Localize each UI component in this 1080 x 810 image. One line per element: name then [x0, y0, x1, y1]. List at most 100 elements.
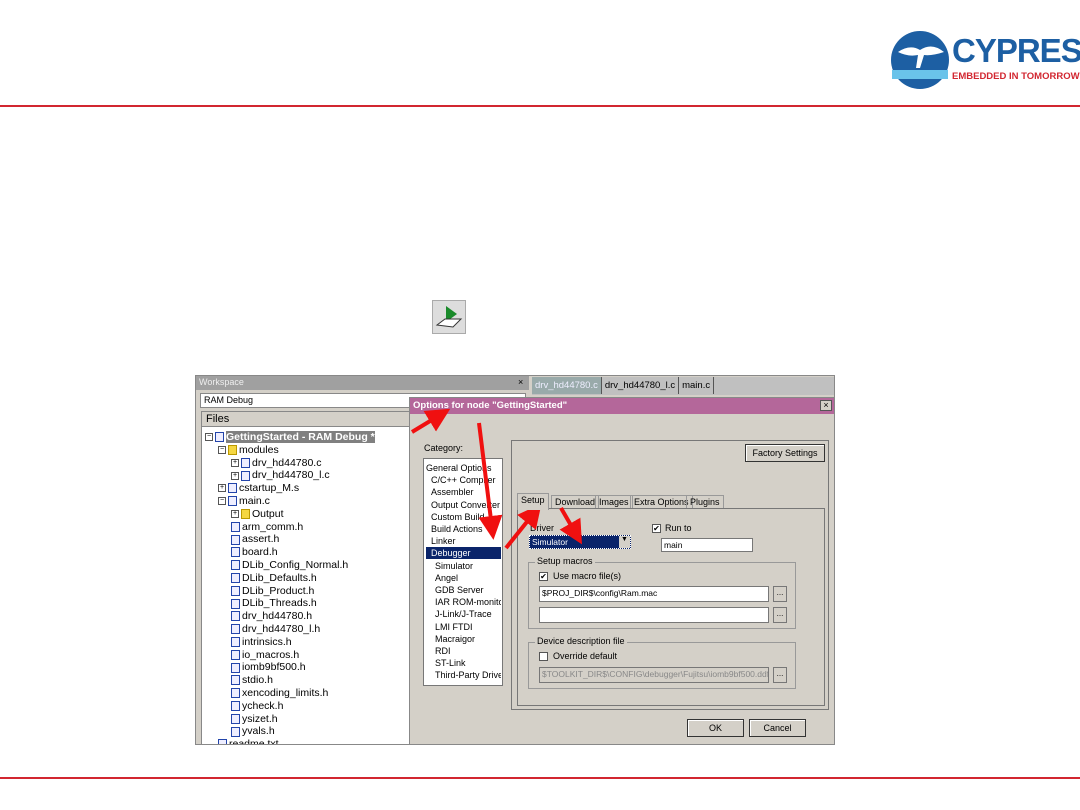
tree-item[interactable]: DLib_Product.h [231, 585, 314, 598]
category-item[interactable]: LMI FTDI [426, 621, 501, 633]
collapse-icon[interactable]: − [218, 446, 226, 455]
h-file-icon [231, 521, 240, 532]
tree-item[interactable]: drv_hd44780_l.h [231, 623, 320, 636]
h-file-icon [231, 573, 240, 584]
asm-file-icon [228, 483, 237, 494]
editor-tab[interactable]: drv_hd44780.c [532, 377, 602, 394]
options-panel: Factory Settings Setup Download Images E… [511, 440, 829, 710]
tree-item[interactable]: DLib_Defaults.h [231, 572, 317, 585]
use-macro-checkbox[interactable]: ✔ [539, 572, 548, 581]
tree-item[interactable]: yvals.h [231, 725, 275, 738]
h-file-icon [231, 701, 240, 712]
tree-item-label: modules [239, 443, 279, 456]
collapse-icon[interactable]: − [218, 497, 226, 506]
workspace-close-button[interactable]: × [518, 377, 523, 387]
tree-item[interactable]: + drv_hd44780_l.c [231, 469, 330, 482]
category-item[interactable]: General Options [426, 462, 501, 474]
run-to-input[interactable]: main [661, 538, 753, 552]
category-item[interactable]: IAR ROM-monitor [426, 596, 501, 608]
debug-download-icon[interactable] [432, 300, 466, 334]
editor-tab[interactable]: drv_hd44780_l.c [602, 377, 680, 394]
tree-item-label: intrinsics.h [242, 635, 292, 648]
tab-plugins[interactable]: Plugins [686, 495, 724, 509]
tree-item[interactable]: − GettingStarted - RAM Debug * [205, 431, 375, 444]
driver-select[interactable]: Simulator ▼ [529, 535, 631, 549]
cancel-button[interactable]: Cancel [749, 719, 806, 737]
tree-item[interactable]: drv_hd44780.h [231, 610, 312, 623]
browse-button[interactable]: ... [773, 586, 787, 602]
category-item[interactable]: Output Converter [426, 499, 501, 511]
category-item[interactable]: C/C++ Compiler [426, 474, 501, 486]
tree-item[interactable]: board.h [231, 546, 278, 559]
tree-item-label: iomb9bf500.h [242, 661, 306, 674]
tab-extra-options[interactable]: Extra Options [630, 495, 693, 509]
tree-item[interactable]: + Output [231, 508, 284, 521]
tree-item-label: DLib_Product.h [242, 584, 315, 597]
editor-tab[interactable]: main.c [679, 377, 715, 394]
category-item[interactable]: Angel [426, 572, 501, 584]
tree-item[interactable]: + cstartup_M.s [218, 482, 299, 495]
tree-item[interactable]: − modules [218, 444, 279, 457]
tab-setup[interactable]: Setup [517, 493, 549, 510]
category-item[interactable]: Simulator [426, 560, 501, 572]
category-item[interactable]: Third-Party Driver [426, 669, 501, 681]
tree-item[interactable]: ycheck.h [231, 700, 283, 713]
h-file-icon [231, 637, 240, 648]
file-tree: Files − GettingStarted - RAM Debug * − modu… [201, 411, 410, 744]
category-item[interactable]: Macraigor [426, 633, 501, 645]
tree-item[interactable]: iomb9bf500.h [231, 661, 306, 674]
macro-file-input-1[interactable]: $PROJ_DIR$\config\Ram.mac [539, 586, 769, 602]
tree-item[interactable]: readme.txt [218, 738, 279, 744]
factory-settings-button[interactable]: Factory Settings [745, 444, 825, 462]
collapse-icon[interactable]: − [205, 433, 213, 442]
category-item[interactable]: GDB Server [426, 584, 501, 596]
expand-icon[interactable]: + [218, 484, 226, 493]
category-item[interactable]: J-Link/J-Trace [426, 608, 501, 620]
tree-item[interactable]: ysizet.h [231, 713, 278, 726]
dialog-close-button[interactable]: × [820, 400, 832, 411]
tree-item[interactable]: io_macros.h [231, 649, 299, 662]
tree-item-label: ycheck.h [242, 699, 284, 712]
h-file-icon [231, 534, 240, 545]
category-item[interactable]: Assembler [426, 486, 501, 498]
tree-item[interactable]: intrinsics.h [231, 636, 292, 649]
category-list[interactable]: General Options C/C++ Compiler Assembler Ou… [423, 458, 503, 686]
browse-button[interactable]: ... [773, 667, 787, 683]
tree-item-label: assert.h [242, 533, 280, 546]
tab-download[interactable]: Download [551, 495, 600, 509]
browse-button[interactable]: ... [773, 607, 787, 623]
category-item[interactable]: RDI [426, 645, 501, 657]
category-item[interactable]: Linker [426, 535, 501, 547]
tree-item-label: stdio.h [242, 674, 273, 687]
override-default-checkbox[interactable] [539, 652, 548, 661]
driver-label: Driver [530, 523, 554, 533]
h-file-icon [231, 547, 240, 558]
folder-file-icon [228, 445, 237, 456]
expand-icon[interactable]: + [231, 471, 239, 480]
tree-item[interactable]: DLib_Config_Normal.h [231, 559, 348, 572]
c-file-icon [228, 496, 237, 507]
tree-item[interactable]: DLib_Threads.h [231, 597, 317, 610]
ok-button[interactable]: OK [687, 719, 744, 737]
category-item[interactable]: ST-Link [426, 657, 501, 669]
h-file-icon [231, 611, 240, 622]
tree-item-label: drv_hd44780.h [242, 610, 313, 623]
tab-images[interactable]: Images [595, 495, 633, 509]
tree-item[interactable]: + drv_hd44780.c [231, 457, 321, 470]
tree-item[interactable]: stdio.h [231, 674, 273, 687]
project-file-icon [215, 432, 224, 443]
tree-item[interactable]: − main.c [218, 495, 270, 508]
expand-icon[interactable]: + [231, 458, 239, 467]
expand-icon[interactable]: + [231, 510, 239, 519]
category-item[interactable]: Build Actions [426, 523, 501, 535]
tree-item-label: io_macros.h [242, 648, 300, 661]
category-item[interactable]: Custom Build [426, 511, 501, 523]
tree-item-label: cstartup_M.s [239, 482, 300, 495]
tree-item[interactable]: arm_comm.h [231, 521, 303, 534]
macro-file-input-2[interactable] [539, 607, 769, 623]
run-to-checkbox[interactable]: ✔ [652, 524, 661, 533]
tree-item[interactable]: xencoding_limits.h [231, 687, 328, 700]
run-to-label: Run to [665, 523, 692, 533]
tree-item[interactable]: assert.h [231, 533, 279, 546]
category-item[interactable]: Debugger [426, 547, 501, 560]
